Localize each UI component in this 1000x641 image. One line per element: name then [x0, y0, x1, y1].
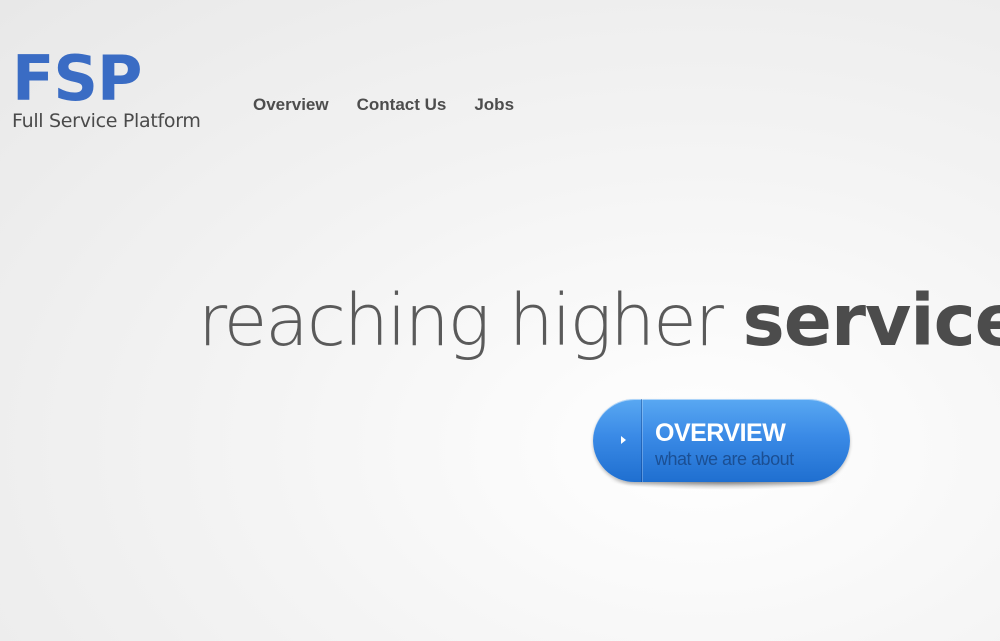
- hero-headline-bold: service: [742, 279, 1000, 362]
- hero-headline: reaching higher service: [198, 276, 1000, 366]
- play-arrow-icon: [621, 436, 626, 444]
- cta-title: OVERVIEW: [655, 419, 786, 447]
- overview-cta-button[interactable]: OVERVIEW what we are about: [593, 399, 850, 482]
- site-logo[interactable]: FSP Full Service Platform: [12, 42, 202, 133]
- nav-link-overview[interactable]: Overview: [253, 95, 329, 115]
- logo-tagline: Full Service Platform: [12, 110, 201, 132]
- main-nav: Overview Contact Us Jobs: [253, 95, 514, 115]
- nav-link-jobs[interactable]: Jobs: [474, 95, 514, 115]
- hero-headline-light: reaching higher: [198, 279, 724, 362]
- cta-arrow-zone: [593, 399, 642, 482]
- cta-subtitle: what we are about: [655, 449, 794, 469]
- logo-mark: FSP: [12, 42, 142, 115]
- nav-link-contact-us[interactable]: Contact Us: [357, 95, 447, 115]
